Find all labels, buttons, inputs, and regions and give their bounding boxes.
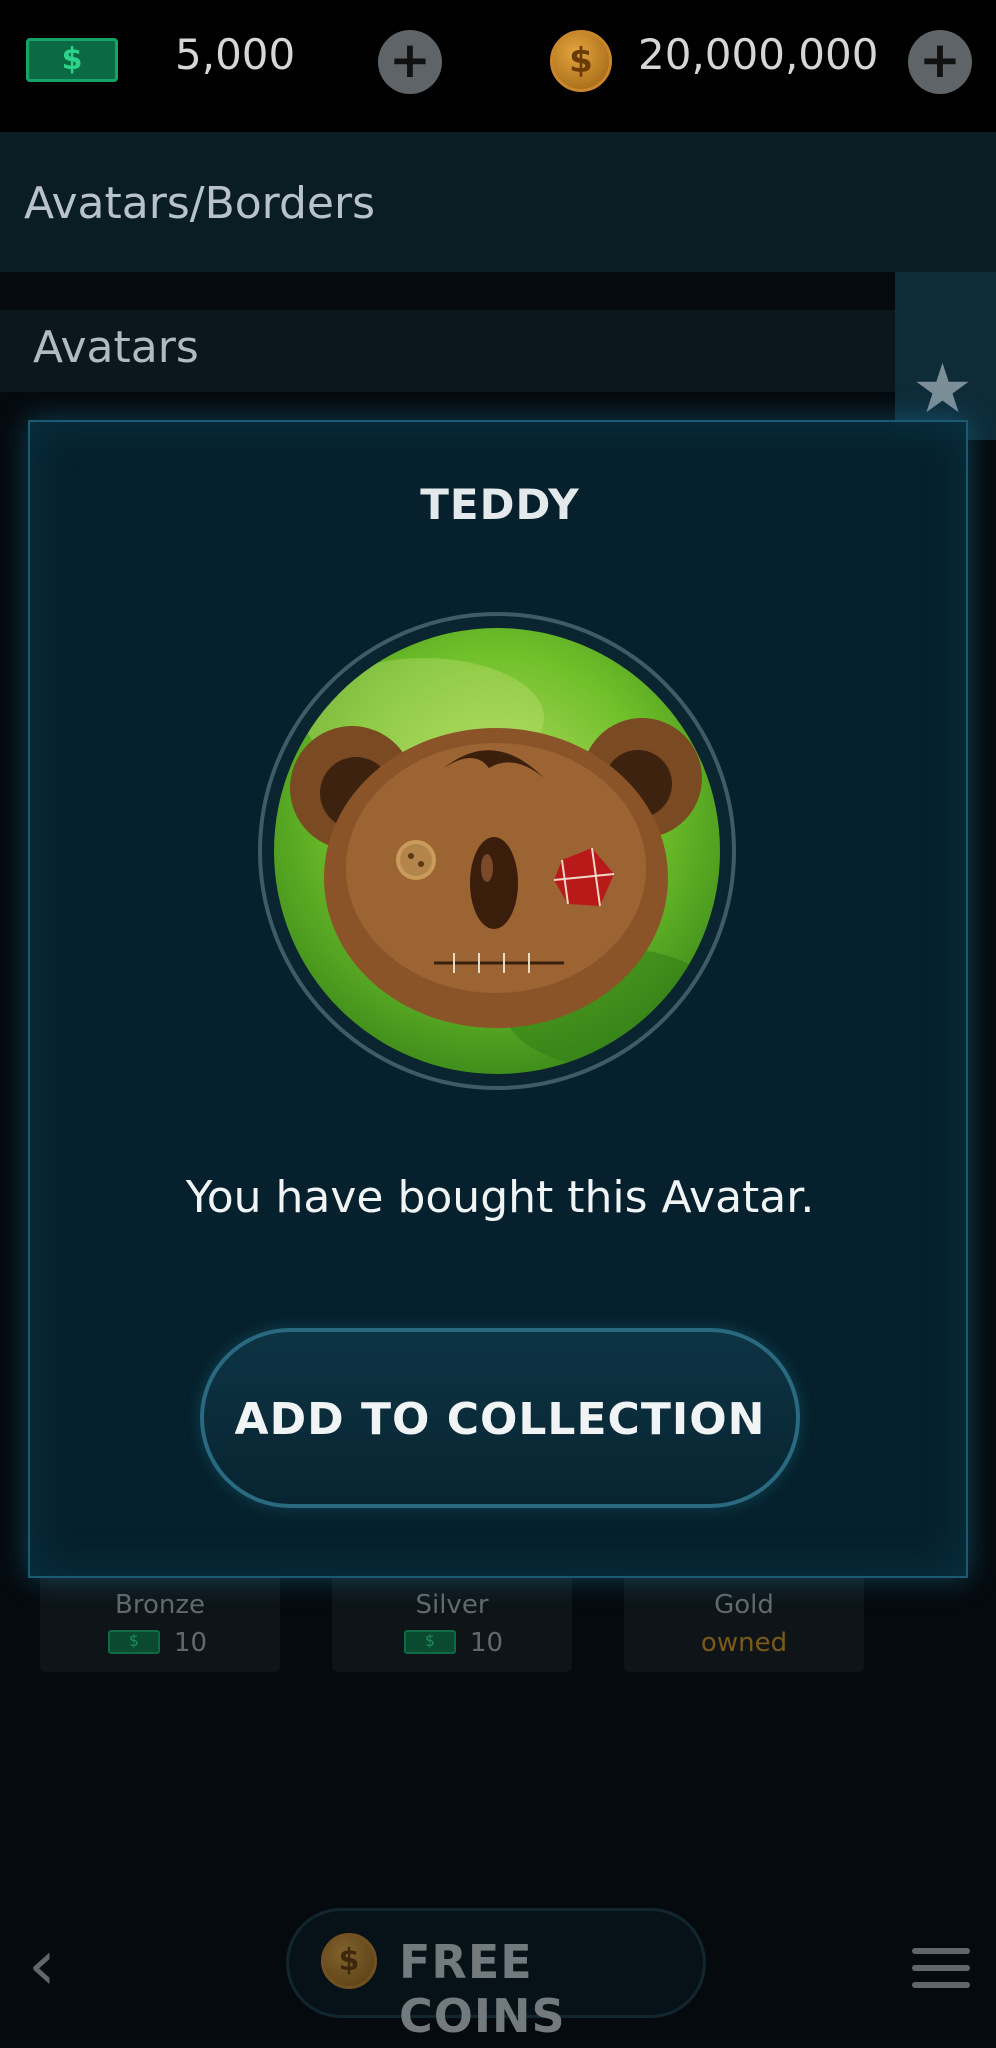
- border-card-silver[interactable]: [332, 1572, 572, 1672]
- cash-icon: $: [26, 38, 118, 82]
- card-label: Bronze: [115, 1590, 205, 1620]
- add-coins-button[interactable]: +: [908, 30, 972, 94]
- modal-title: TEDDY: [420, 480, 580, 529]
- hamburger-menu-icon[interactable]: [912, 1948, 970, 1999]
- free-coins-button[interactable]: $ FREE COINS: [286, 1908, 706, 2043]
- teddy-bear-avatar-icon: [274, 628, 720, 1074]
- top-currency-bar: $ 5,000 + $ 20,000,000 +: [0, 0, 996, 132]
- avatar-frame: [258, 612, 736, 1090]
- owned-badge: owned: [700, 1628, 788, 1658]
- modal-message: You have bought this Avatar.: [185, 1172, 815, 1223]
- coin-icon: $: [550, 30, 612, 92]
- card-label: Silver: [415, 1590, 489, 1620]
- add-cash-button[interactable]: +: [378, 30, 442, 94]
- card-label: Gold: [714, 1590, 774, 1620]
- back-arrow-icon[interactable]: ‹: [28, 1930, 56, 2000]
- add-to-collection-button[interactable]: ADD TO COLLECTION: [200, 1328, 800, 1508]
- card-price: 10: [174, 1628, 208, 1658]
- coins-amount: 20,000,000: [638, 30, 879, 79]
- cash-icon: $: [108, 1630, 160, 1654]
- page-title: Avatars/Borders: [24, 178, 376, 229]
- coin-icon: $: [321, 1933, 377, 1989]
- star-icon[interactable]: ★: [912, 350, 973, 429]
- cash-amount: 5,000: [175, 30, 296, 79]
- subsection-title: Avatars: [33, 322, 199, 373]
- free-coins-label: FREE COINS: [399, 1935, 566, 2043]
- add-to-collection-label: ADD TO COLLECTION: [234, 1394, 766, 1445]
- card-price: 10: [470, 1628, 504, 1658]
- purchase-modal: TEDDY You have bought this Avatar. ADD T…: [28, 420, 968, 1578]
- cash-icon: $: [404, 1630, 456, 1654]
- border-card-bronze[interactable]: [40, 1572, 280, 1672]
